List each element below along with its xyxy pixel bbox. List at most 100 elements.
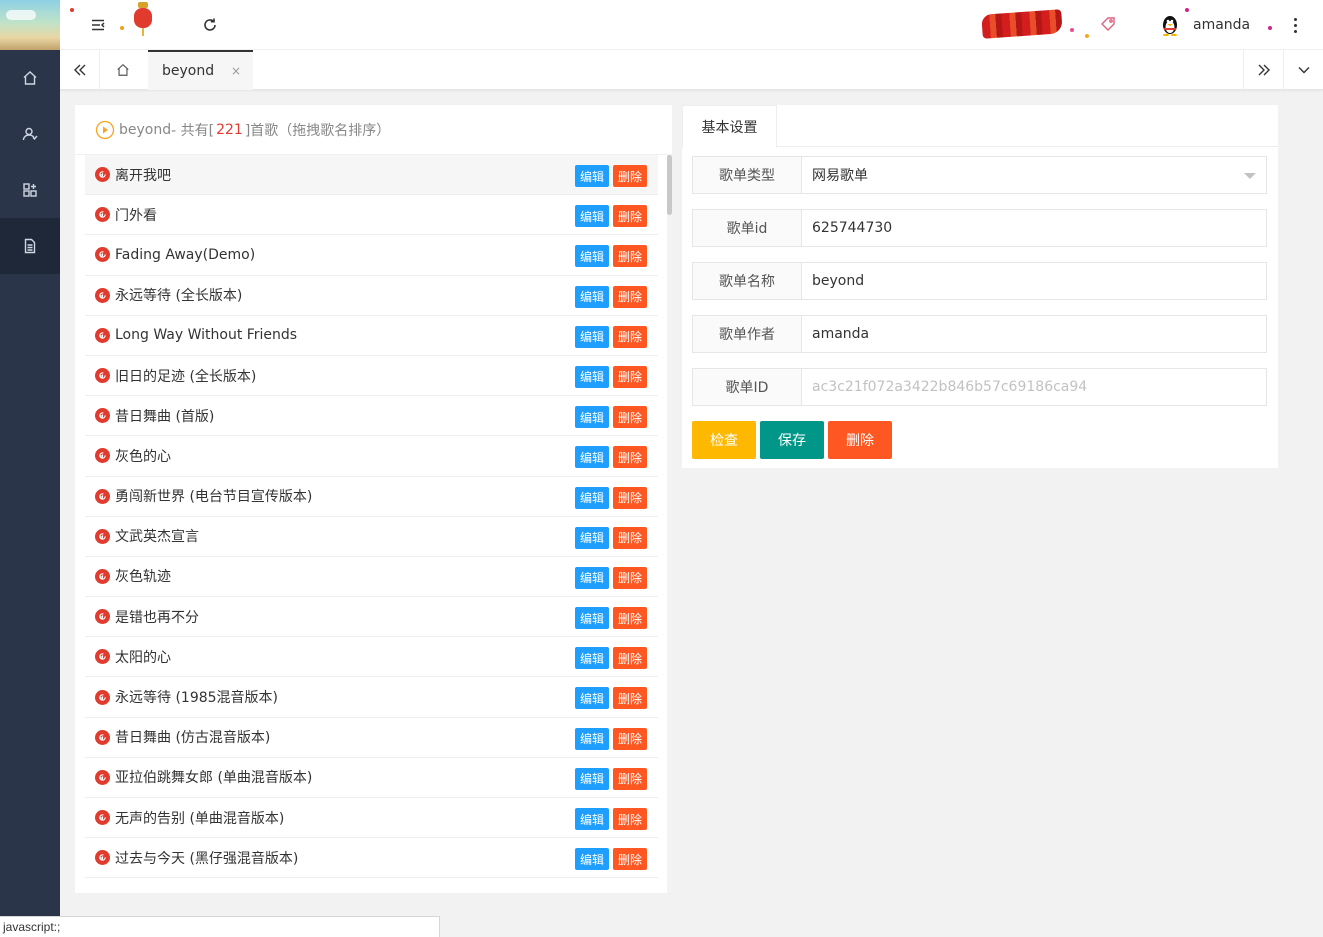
- delete-song-button[interactable]: 删除: [613, 446, 647, 469]
- edit-song-button[interactable]: 编辑: [575, 687, 609, 710]
- qq-penguin-icon[interactable]: [1160, 14, 1180, 36]
- song-row[interactable]: 太阳的心 编辑 删除: [85, 637, 658, 678]
- song-row[interactable]: 昔日舞曲 (首版) 编辑 删除: [85, 396, 658, 437]
- tag-icon: [1101, 17, 1115, 31]
- close-icon[interactable]: ×: [231, 64, 241, 78]
- delete-song-button[interactable]: 删除: [613, 205, 647, 228]
- song-row[interactable]: 旧日的足迹 (全长版本) 编辑 删除: [85, 356, 658, 397]
- edit-song-button[interactable]: 编辑: [575, 365, 609, 388]
- edit-song-button[interactable]: 编辑: [575, 245, 609, 268]
- menu-fold-icon: [92, 19, 105, 31]
- tab-basic-settings[interactable]: 基本设置: [682, 105, 777, 148]
- edit-song-button[interactable]: 编辑: [575, 848, 609, 871]
- edit-song-button[interactable]: 编辑: [575, 165, 609, 187]
- song-list: 离开我吧 编辑 删除 门外看 编辑 删除 Fading Away(Demo) 编辑 删除 永远等待…: [85, 155, 658, 879]
- sidebar-item-document[interactable]: [0, 218, 60, 274]
- song-name: 昔日舞曲 (仿古混音版本): [115, 730, 271, 747]
- edit-song-button[interactable]: 编辑: [575, 767, 609, 790]
- edit-song-button[interactable]: 编辑: [575, 205, 609, 228]
- song-name: Long Way Without Friends: [115, 327, 298, 344]
- tab-scroll-left-button[interactable]: [60, 50, 100, 90]
- song-row[interactable]: 门外看 编辑 删除: [85, 195, 658, 236]
- logo[interactable]: [0, 0, 60, 50]
- song-row[interactable]: 文武英杰宣言 编辑 删除: [85, 517, 658, 557]
- delete-song-button[interactable]: 删除: [613, 285, 647, 308]
- delete-song-button[interactable]: 删除: [613, 325, 647, 348]
- dropdown-arrow-icon[interactable]: [1244, 173, 1256, 179]
- edit-song-button[interactable]: 编辑: [575, 446, 609, 469]
- delete-song-button[interactable]: 删除: [613, 365, 647, 388]
- edit-song-button[interactable]: 编辑: [575, 607, 609, 630]
- song-list-panel: beyond - 共有[ 221 ]首歌（拖拽歌名排序） 离开我吧 编辑 删除 门外看…: [75, 105, 672, 893]
- song-row[interactable]: 过去与今天 (黑仔强混音版本) 编辑 删除: [85, 838, 658, 879]
- playlist-id-input[interactable]: [802, 210, 1266, 246]
- song-row[interactable]: 是错也再不分 编辑 删除: [85, 597, 658, 638]
- delete-song-button[interactable]: 删除: [613, 687, 647, 710]
- refresh-icon: [204, 18, 216, 31]
- sidebar-item-home[interactable]: [0, 50, 60, 106]
- delete-song-button[interactable]: 删除: [613, 607, 647, 630]
- tab-menu-button[interactable]: [1283, 50, 1323, 90]
- song-row[interactable]: 永远等待 (1985混音版本) 编辑 删除: [85, 677, 658, 718]
- netease-music-icon: [95, 528, 110, 544]
- edit-song-button[interactable]: 编辑: [575, 526, 609, 549]
- sidebar-item-user[interactable]: [0, 106, 60, 162]
- edit-song-button[interactable]: 编辑: [575, 406, 609, 429]
- song-row[interactable]: 勇闯新世界 (电台节目宣传版本) 编辑 删除: [85, 477, 658, 517]
- edit-song-button[interactable]: 编辑: [575, 647, 609, 670]
- song-row[interactable]: 离开我吧 编辑 删除: [85, 155, 658, 196]
- delete-song-button[interactable]: 删除: [613, 486, 647, 509]
- delete-song-button[interactable]: 删除: [613, 406, 647, 429]
- playlist-uid-input[interactable]: [802, 369, 1266, 405]
- song-row[interactable]: Long Way Without Friends 编辑 删除: [85, 316, 658, 356]
- save-button[interactable]: 保存: [760, 421, 824, 459]
- playlist-type-row: 歌单类型: [692, 156, 1267, 194]
- song-name: 永远等待 (全长版本): [115, 288, 243, 305]
- edit-song-button[interactable]: 编辑: [575, 727, 609, 750]
- refresh-button[interactable]: [198, 0, 222, 50]
- delete-song-button[interactable]: 删除: [613, 245, 647, 268]
- check-button[interactable]: 检查: [692, 421, 756, 459]
- playlist-name-row: 歌单名称: [692, 262, 1267, 300]
- edit-song-button[interactable]: 编辑: [575, 566, 609, 589]
- delete-song-button[interactable]: 删除: [613, 767, 647, 790]
- lantern-decoration: [134, 2, 152, 36]
- song-row[interactable]: 永远等待 (全长版本) 编辑 删除: [85, 276, 658, 316]
- song-list-scrollbar[interactable]: [667, 155, 672, 893]
- tab-scroll-right-button[interactable]: [1243, 50, 1283, 90]
- more-menu-icon[interactable]: [1288, 0, 1302, 50]
- edit-song-button[interactable]: 编辑: [575, 285, 609, 308]
- delete-playlist-button[interactable]: 删除: [828, 421, 892, 459]
- playlist-author-input[interactable]: [802, 316, 1266, 352]
- sidebar-item-apps[interactable]: [0, 162, 60, 218]
- song-row[interactable]: 亚拉伯跳舞女郎 (单曲混音版本) 编辑 删除: [85, 758, 658, 798]
- delete-song-button[interactable]: 删除: [613, 526, 647, 549]
- delete-song-button[interactable]: 删除: [613, 566, 647, 589]
- playlist-uid-label: 歌单ID: [693, 369, 802, 405]
- playlist-type-select[interactable]: [802, 157, 1266, 193]
- song-row[interactable]: Fading Away(Demo) 编辑 删除: [85, 235, 658, 276]
- song-name: 离开我吧: [115, 167, 171, 184]
- song-row[interactable]: 灰色的心 编辑 删除: [85, 436, 658, 477]
- edit-song-button[interactable]: 编辑: [575, 486, 609, 509]
- playlist-name-input[interactable]: [802, 263, 1266, 299]
- username[interactable]: amanda: [1193, 0, 1250, 50]
- tab-beyond[interactable]: beyond ×: [148, 50, 253, 90]
- menu-toggle-button[interactable]: [84, 0, 112, 50]
- scrollbar-thumb[interactable]: [667, 155, 672, 215]
- edit-song-button[interactable]: 编辑: [575, 325, 609, 348]
- delete-song-button[interactable]: 删除: [613, 165, 647, 187]
- song-row[interactable]: 灰色轨迹 编辑 删除: [85, 557, 658, 598]
- confetti-dot: [120, 26, 124, 30]
- tab-home[interactable]: [103, 50, 143, 90]
- tab-bar: beyond ×: [60, 50, 1323, 90]
- playlist-id-row: 歌单id: [692, 209, 1267, 247]
- delete-song-button[interactable]: 删除: [613, 727, 647, 750]
- delete-song-button[interactable]: 删除: [613, 647, 647, 670]
- song-row[interactable]: 无声的告别 (单曲混音版本) 编辑 删除: [85, 798, 658, 839]
- edit-song-button[interactable]: 编辑: [575, 808, 609, 830]
- delete-song-button[interactable]: 删除: [613, 808, 647, 830]
- song-row[interactable]: 昔日舞曲 (仿古混音版本) 编辑 删除: [85, 718, 658, 758]
- delete-song-button[interactable]: 删除: [613, 848, 647, 871]
- playlist-name: beyond: [119, 121, 172, 138]
